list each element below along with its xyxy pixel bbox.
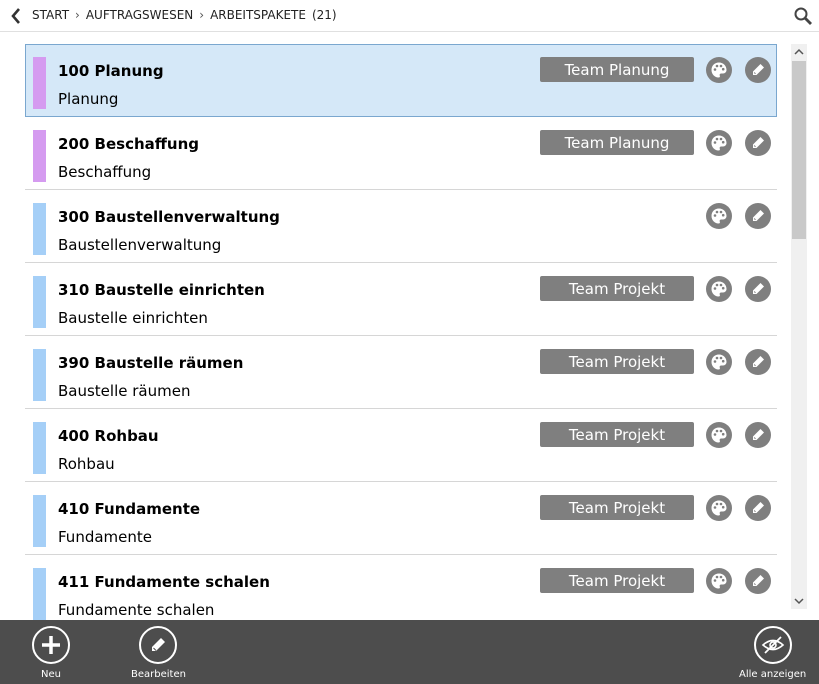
pencil-icon[interactable]: [745, 130, 771, 156]
item-subtitle: Rohbau: [58, 455, 115, 473]
item-title: 411 Fundamente schalen: [58, 573, 270, 591]
show-all-button[interactable]: Alle anzeigen: [739, 626, 806, 680]
palette-icon[interactable]: [706, 568, 732, 594]
item-title: 400 Rohbau: [58, 427, 159, 445]
pencil-icon[interactable]: [745, 57, 771, 83]
breadcrumb-separator: ›: [75, 8, 80, 22]
eye-slash-icon: [753, 626, 792, 664]
chevron-up-icon: [794, 48, 804, 55]
palette-icon[interactable]: [706, 130, 732, 156]
team-badge[interactable]: Team Planung: [540, 130, 694, 155]
list-item[interactable]: 400 Rohbau Rohbau Team Projekt: [25, 409, 777, 482]
color-indicator: [33, 349, 46, 401]
list-item[interactable]: 100 Planung Planung Team Planung: [25, 44, 777, 117]
team-badge[interactable]: Team Projekt: [540, 276, 694, 301]
item-subtitle: Fundamente schalen: [58, 601, 215, 619]
chevron-down-icon: [794, 598, 804, 605]
bottom-app-bar: Neu Bearbeiten Alle anzeigen: [0, 620, 819, 684]
item-subtitle: Fundamente: [58, 528, 152, 546]
palette-icon[interactable]: [706, 203, 732, 229]
pencil-icon[interactable]: [745, 349, 771, 375]
item-subtitle: Planung: [58, 90, 119, 108]
breadcrumb-auftragswesen[interactable]: AUFTRAGSWESEN: [86, 8, 193, 22]
item-title: 300 Baustellenverwaltung: [58, 208, 280, 226]
new-button[interactable]: Neu: [32, 626, 70, 680]
chevron-left-icon: [11, 8, 20, 24]
header-bar: START › AUFTRAGSWESEN › ARBEITSPAKETE (2…: [0, 0, 819, 32]
pencil-icon[interactable]: [745, 495, 771, 521]
team-badge[interactable]: Team Projekt: [540, 422, 694, 447]
work-package-list: 100 Planung Planung Team Planung 200 Bescha…: [25, 44, 777, 620]
edit-button-label: Bearbeiten: [131, 669, 186, 680]
scroll-down-button[interactable]: [791, 593, 807, 609]
item-title: 310 Baustelle einrichten: [58, 281, 265, 299]
item-subtitle: Beschaffung: [58, 163, 152, 181]
list-item[interactable]: 410 Fundamente Fundamente Team Projekt: [25, 482, 777, 555]
list-item[interactable]: 310 Baustelle einrichten Baustelle einric…: [25, 263, 777, 336]
palette-icon[interactable]: [706, 422, 732, 448]
scrollbar-thumb[interactable]: [792, 61, 806, 239]
pencil-icon[interactable]: [745, 422, 771, 448]
plus-icon: [32, 626, 70, 664]
color-indicator: [33, 57, 46, 109]
color-indicator: [33, 276, 46, 328]
item-title: 200 Beschaffung: [58, 135, 200, 153]
color-indicator: [33, 130, 46, 182]
item-title: 410 Fundamente: [58, 500, 201, 518]
list-item[interactable]: 300 Baustellenverwaltung Baustellenverwal…: [25, 190, 777, 263]
show-all-button-label: Alle anzeigen: [739, 669, 807, 680]
palette-icon[interactable]: [706, 276, 732, 302]
search-button[interactable]: [793, 6, 813, 26]
list-item[interactable]: 200 Beschaffung Beschaffung Team Planung: [25, 117, 777, 190]
color-indicator: [33, 495, 46, 547]
item-subtitle: Baustelle räumen: [58, 382, 191, 400]
team-badge[interactable]: Team Projekt: [540, 568, 694, 593]
breadcrumb-arbeitspakete: ARBEITSPAKETE: [210, 8, 306, 22]
item-title: 100 Planung: [58, 62, 164, 80]
pencil-icon[interactable]: [745, 568, 771, 594]
color-indicator: [33, 568, 46, 620]
palette-icon[interactable]: [706, 349, 732, 375]
back-button[interactable]: [6, 6, 26, 26]
color-indicator: [33, 422, 46, 474]
work-package-list-area: 100 Planung Planung Team Planung 200 Bescha…: [0, 33, 819, 620]
breadcrumb-separator: ›: [199, 8, 205, 22]
scroll-up-button[interactable]: [791, 44, 807, 60]
breadcrumb: START › AUFTRAGSWESEN › ARBEITSPAKETE (2…: [32, 8, 337, 22]
color-indicator: [33, 203, 46, 255]
search-icon: [794, 7, 812, 25]
list-item[interactable]: 390 Baustelle räumen Baustelle räumen Team…: [25, 336, 777, 409]
item-title: 390 Baustelle räumen: [58, 354, 244, 372]
palette-icon[interactable]: [706, 57, 732, 83]
team-badge[interactable]: Team Planung: [540, 57, 694, 82]
item-subtitle: Baustellenverwaltung: [58, 236, 222, 254]
item-subtitle: Baustelle einrichten: [58, 309, 208, 327]
new-button-label: Neu: [41, 669, 61, 680]
breadcrumb-start[interactable]: START: [32, 8, 69, 22]
item-count: (21): [311, 8, 337, 22]
pencil-icon[interactable]: [745, 203, 771, 229]
pencil-icon[interactable]: [745, 276, 771, 302]
team-badge[interactable]: Team Projekt: [540, 349, 694, 374]
team-badge[interactable]: Team Projekt: [540, 495, 694, 520]
list-item[interactable]: 411 Fundamente schalen Fundamente schalen…: [25, 555, 777, 620]
palette-icon[interactable]: [706, 495, 732, 521]
vertical-scrollbar[interactable]: [791, 44, 807, 609]
pencil-icon: [139, 626, 178, 664]
edit-button[interactable]: Bearbeiten: [131, 626, 186, 680]
